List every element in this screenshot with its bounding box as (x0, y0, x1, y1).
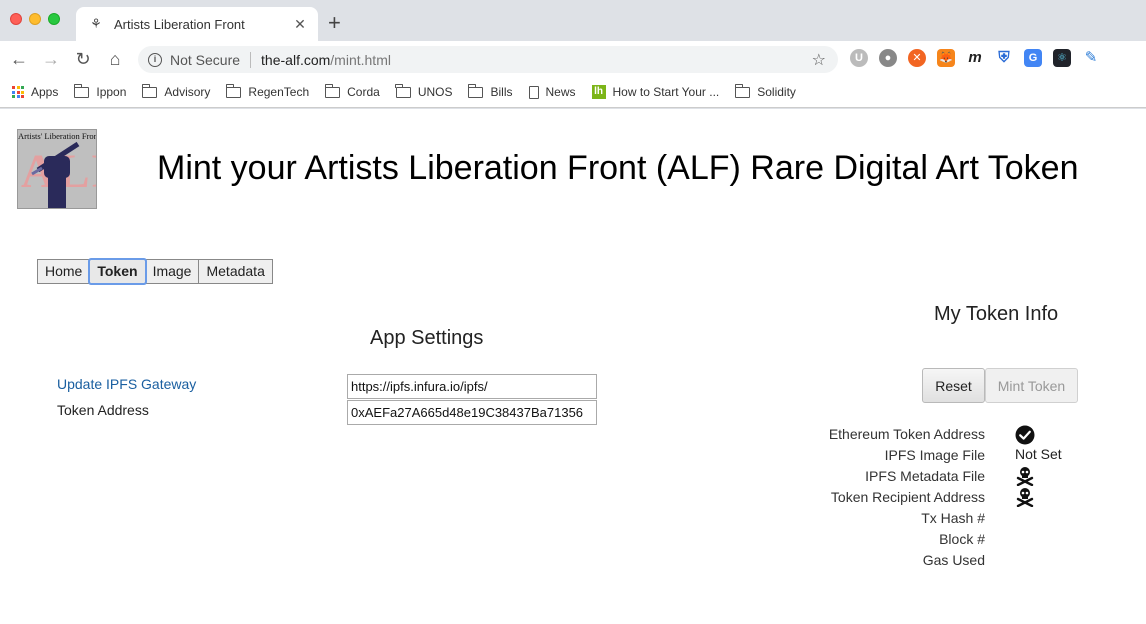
forward-icon[interactable]: → (40, 48, 62, 70)
folder-icon (73, 83, 90, 98)
feather-icon[interactable]: ✎ (1082, 49, 1100, 67)
ethereum-token-address-label: Ethereum Token Address (828, 426, 985, 442)
bookmark-unos[interactable]: UNOS (395, 83, 453, 99)
folder-icon (468, 83, 484, 98)
home-icon[interactable]: ⌂ (104, 48, 126, 70)
extension-orange-icon[interactable]: ✕ (908, 49, 926, 67)
block-number-label: Block # (939, 531, 985, 547)
close-window-button[interactable] (10, 13, 22, 25)
url-path: /mint.html (330, 51, 391, 68)
folder-icon (226, 83, 242, 98)
browser-toolbar: ← → ↻ ⌂ i Not Secure the-alf.com/mint.ht… (0, 41, 1146, 77)
extension-circle-icon[interactable]: ● (879, 49, 897, 67)
token-info-labels: Ethereum Token Address IPFS Image File I… (829, 425, 985, 572)
bookmark-how-to-start[interactable]: lh How to Start Your ... (591, 85, 720, 99)
tab-title: Artists Liberation Front (114, 16, 245, 32)
bookmark-ippon[interactable]: Ippon (73, 83, 127, 99)
ipfs-gateway-input[interactable] (347, 374, 597, 399)
bookmark-label: News (545, 85, 576, 99)
token-recipient-address-label: Token Recipient Address (830, 489, 985, 505)
bookmark-advisory[interactable]: Advisory (141, 83, 211, 99)
tab-close-icon[interactable]: ✕ (292, 16, 308, 33)
shield-icon[interactable]: ⛨ (995, 49, 1013, 67)
ih-icon: lh (591, 85, 606, 99)
bookmark-corda[interactable]: Corda (324, 83, 380, 99)
bookmark-label: UNOS (417, 85, 453, 99)
folder-icon (324, 83, 341, 98)
ipfs-image-file-status: Not Set (1015, 446, 1062, 462)
tab-home[interactable]: Home (37, 259, 91, 284)
url-host: the-alf.com (261, 51, 331, 68)
bookmark-label: Apps (31, 85, 59, 99)
bookmark-bills[interactable]: Bills (468, 83, 513, 99)
document-icon (528, 85, 539, 99)
bookmark-star-icon[interactable]: ☆ (812, 50, 826, 70)
translate-icon[interactable]: G (1024, 49, 1042, 67)
new-tab-icon[interactable]: + (328, 12, 341, 34)
mint-token-button[interactable]: Mint Token (985, 368, 1078, 403)
bookmark-label: Corda (347, 85, 380, 99)
bookmark-label: Bills (490, 85, 513, 99)
bookmarks-bar: Apps Ippon Advisory RegenTech Corda UNOS… (0, 77, 1146, 108)
my-token-info-heading: My Token Info (934, 303, 1059, 325)
react-icon[interactable]: ⚛ (1053, 49, 1071, 67)
zoom-window-button[interactable] (48, 13, 60, 25)
page-title: Mint your Artists Liberation Front (ALF)… (157, 149, 1079, 187)
tab-favicon-icon: ⚘ (90, 16, 102, 31)
address-separator (250, 51, 252, 68)
ipfs-metadata-file-label: IPFS Metadata File (865, 468, 985, 484)
extensions-bar: U ● ✕ 🦊 m ⛨ G ⚛ ✎ (850, 49, 1100, 67)
tab-token[interactable]: Token (88, 258, 147, 285)
browser-tab[interactable]: ⚘ Artists Liberation Front ✕ (76, 7, 318, 41)
bookmark-regentech[interactable]: RegenTech (226, 83, 310, 99)
folder-icon (395, 83, 411, 98)
raised-fist-icon (31, 141, 80, 208)
bookmark-label: How to Start Your ... (612, 85, 720, 99)
minimize-window-button[interactable] (29, 13, 41, 25)
folder-icon (734, 83, 751, 98)
metamask-fox-icon[interactable]: 🦊 (937, 49, 955, 67)
folder-icon (141, 83, 158, 98)
gas-used-label: Gas Used (922, 552, 985, 568)
extension-u-icon[interactable]: U (850, 49, 868, 67)
alf-logo: Artists' Liberation Front ALF (17, 129, 97, 209)
skull-crossbones-icon (1016, 488, 1034, 507)
back-icon[interactable]: ← (8, 48, 30, 70)
bookmark-label: Ippon (96, 85, 127, 99)
page-nav-tabs: Home Token Image Metadata (37, 258, 273, 285)
bookmark-label: Solidity (757, 85, 796, 99)
reload-icon[interactable]: ↻ (72, 48, 94, 70)
token-address-label: Token Address (57, 402, 149, 418)
extension-m-icon[interactable]: m (966, 49, 984, 67)
info-icon[interactable]: i (148, 52, 162, 67)
apps-grid-icon (12, 86, 24, 98)
browser-chrome: ⚘ Artists Liberation Front ✕ + ← → ↻ ⌂ i… (0, 0, 1146, 109)
bookmark-news[interactable]: News (528, 85, 576, 99)
skull-crossbones-icon (1016, 467, 1034, 486)
not-secure-label: Not Secure (170, 51, 241, 68)
bookmark-solidity[interactable]: Solidity (734, 83, 796, 99)
tab-image[interactable]: Image (144, 259, 200, 284)
ipfs-image-file-label: IPFS Image File (884, 447, 985, 463)
reset-button[interactable]: Reset (922, 368, 985, 403)
tx-hash-label: Tx Hash # (921, 510, 985, 526)
check-circle-icon (1015, 425, 1035, 445)
tab-metadata[interactable]: Metadata (198, 259, 273, 284)
update-ipfs-gateway-link[interactable]: Update IPFS Gateway (57, 376, 196, 392)
window-controls (10, 13, 60, 25)
bookmark-apps[interactable]: Apps (12, 85, 58, 99)
token-address-input[interactable] (347, 400, 597, 425)
page-content: Artists' Liberation Front ALF Mint your … (0, 109, 1146, 624)
bookmark-label: Advisory (164, 85, 211, 99)
address-bar[interactable]: i Not Secure the-alf.com/mint.html ☆ (138, 46, 838, 73)
app-settings-heading: App Settings (370, 327, 484, 349)
bookmark-label: RegenTech (248, 85, 310, 99)
